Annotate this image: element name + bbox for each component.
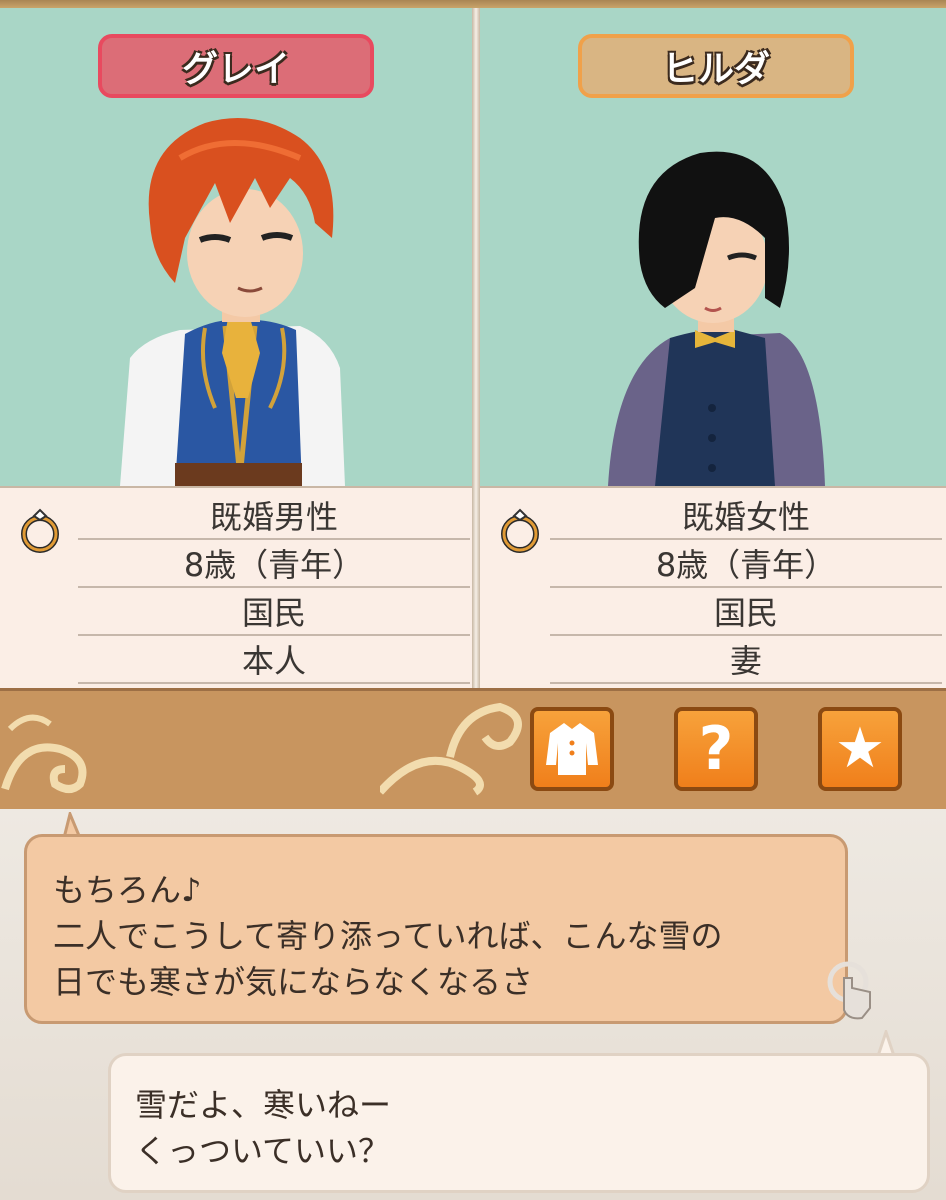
favorite-button[interactable]: ★ [818,707,902,791]
player-speech-bubble[interactable]: 雪だよ、寒いねー くっついていい？ [108,1053,930,1193]
npc-speech-bubble[interactable]: もちろん♪ 二人でこうして寄り添っていれば、こんな雪の 日でも寒さが気にならなく… [24,834,848,1024]
citizenship: 国民 [78,588,470,636]
ring-icon [21,508,59,553]
outfit-button[interactable] [530,707,614,791]
help-button[interactable]: ? [674,707,758,791]
citizenship: 国民 [550,588,942,636]
character-name-button-hilda[interactable]: ヒルダ [578,34,854,98]
ornament-center-icon [380,702,522,796]
relationship: 本人 [78,636,470,684]
action-toolbar: ? ★ [0,688,946,812]
ornament-left-icon [1,714,87,793]
relationship: 妻 [550,636,942,684]
tap-to-continue-icon[interactable] [822,960,882,1024]
age: 8歳（青年） [550,540,942,588]
top-frame-bar [0,0,946,8]
marital-status: 既婚女性 [550,492,942,540]
age: 8歳（青年） [78,540,470,588]
player-line: くっついていい？ [135,1132,391,1170]
ring-icon [501,508,539,553]
panel-divider [472,8,480,688]
character-name-button-gray[interactable]: グレイ [98,34,374,98]
npc-line: 二人でこうして寄り添っていれば、こんな雪の [53,917,723,955]
outfit-icon [546,723,598,775]
marital-status: 既婚男性 [78,492,470,540]
npc-line: もちろん♪ [53,871,202,909]
star-icon: ★ [834,716,886,781]
player-line: 雪だよ、寒いねー [135,1086,392,1124]
npc-line: 日でも寒さが気にならなくなるさ [53,963,534,1001]
character-panel-left: グレイ [0,8,472,486]
question-icon: ? [698,714,734,784]
character-panel-right: ヒルダ [480,8,946,486]
character-info-left: 既婚男性 8歳（青年） 国民 本人 [0,486,472,690]
character-info-right: 既婚女性 8歳（青年） 国民 妻 [480,486,946,690]
